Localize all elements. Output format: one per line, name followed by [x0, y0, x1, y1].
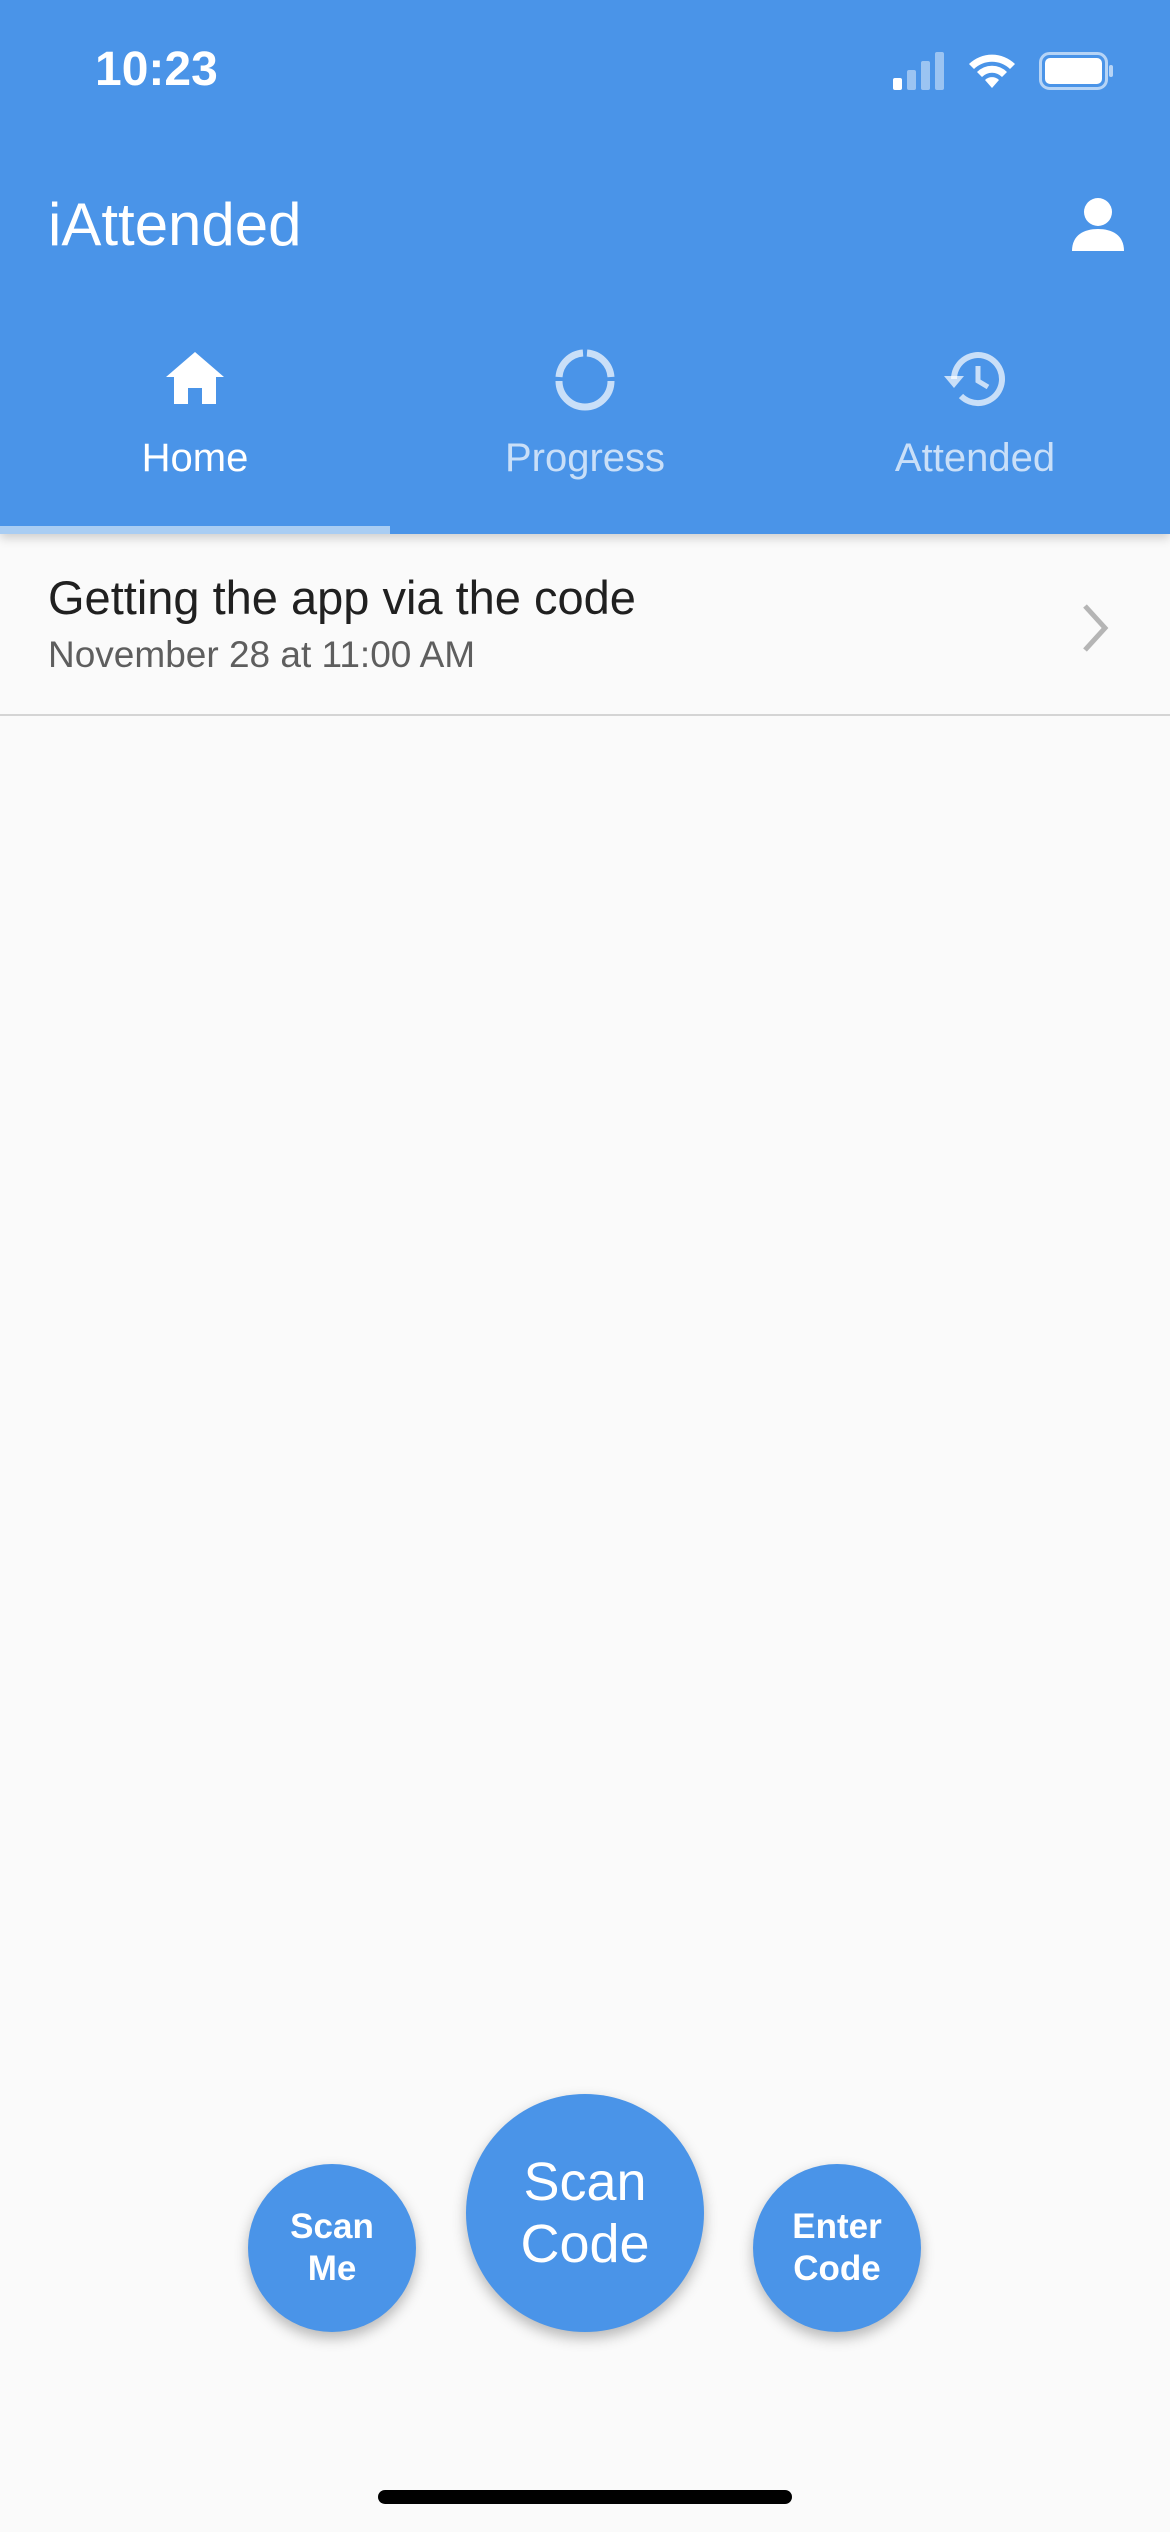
- chevron-right-icon: [1083, 604, 1109, 652]
- tab-attended-label: Attended: [894, 436, 1056, 480]
- scan-code-button[interactable]: Scan Code: [466, 2094, 704, 2332]
- person-icon: [1072, 198, 1124, 251]
- app-header: 10:23 iAttended Home Progress Attended: [0, 0, 1170, 534]
- wifi-icon: [969, 54, 1015, 88]
- app-title: iAttended: [48, 191, 302, 258]
- event-datetime: November 28 at 11:00 AM: [48, 634, 476, 675]
- tab-attended[interactable]: Attended: [780, 330, 1170, 534]
- event-title: Getting the app via the code: [48, 571, 636, 624]
- event-list-item[interactable]: Getting the app via the code November 28…: [0, 534, 1170, 716]
- home-icon: [166, 352, 224, 404]
- status-icons: [893, 52, 1115, 90]
- tab-indicator: [0, 526, 390, 534]
- cellular-signal-icon: [893, 52, 944, 90]
- tab-progress-label: Progress: [504, 436, 666, 480]
- history-icon: [944, 352, 1005, 407]
- tab-progress[interactable]: Progress: [390, 330, 780, 534]
- enter-code-button[interactable]: Enter Code: [753, 2164, 921, 2332]
- profile-button[interactable]: [1068, 195, 1128, 255]
- tab-home-label: Home: [141, 436, 249, 480]
- scan-me-button[interactable]: Scan Me: [248, 2164, 416, 2332]
- battery-icon: [1039, 52, 1113, 90]
- home-indicator: [378, 2490, 792, 2504]
- tab-home[interactable]: Home: [0, 330, 390, 534]
- progress-ring-icon: [555, 349, 615, 411]
- status-time: 10:23: [95, 43, 218, 96]
- tab-bar: Home Progress Attended: [0, 330, 1170, 534]
